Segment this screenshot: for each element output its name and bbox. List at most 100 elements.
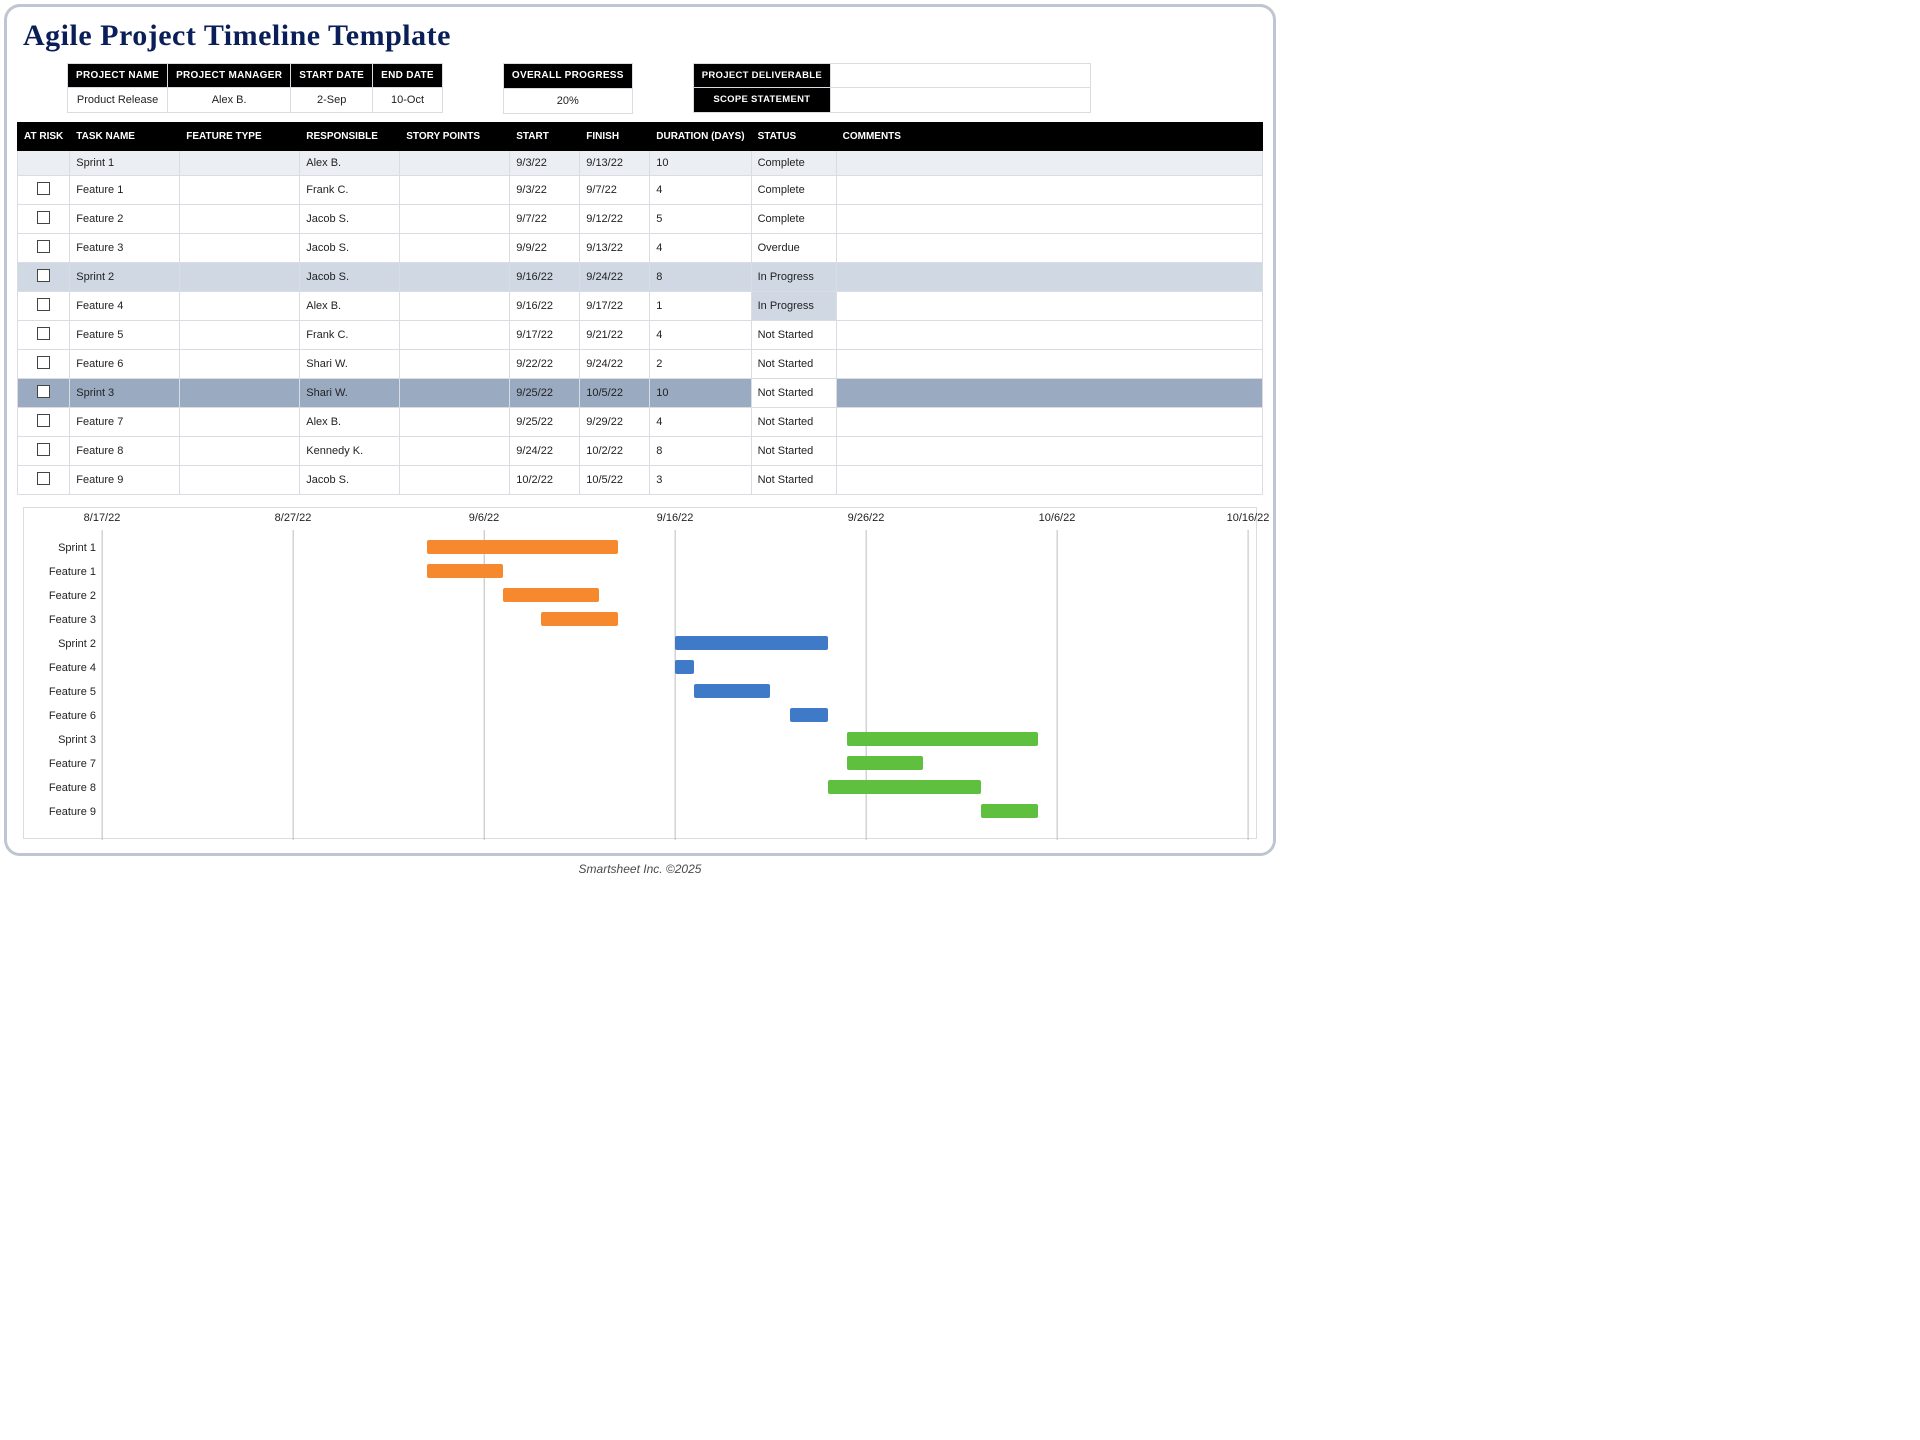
gantt-bar[interactable]: [847, 732, 1038, 746]
cell-sp[interactable]: [400, 234, 510, 263]
cell-sp[interactable]: [400, 176, 510, 205]
cell-task[interactable]: Sprint 1: [70, 151, 180, 176]
checkbox-icon[interactable]: [37, 385, 50, 398]
cell-days[interactable]: 4: [650, 321, 751, 350]
val-start-date[interactable]: 2-Sep: [291, 88, 373, 113]
cell-task[interactable]: Feature 8: [70, 437, 180, 466]
cell-feat[interactable]: [180, 263, 300, 292]
cell-start[interactable]: 9/16/22: [510, 263, 580, 292]
cell-sp[interactable]: [400, 205, 510, 234]
val-end-date[interactable]: 10-Oct: [373, 88, 443, 113]
cell-task[interactable]: Feature 6: [70, 350, 180, 379]
cell-comments[interactable]: [836, 151, 1262, 176]
cell-sp[interactable]: [400, 408, 510, 437]
checkbox-icon[interactable]: [37, 211, 50, 224]
cell-comments[interactable]: [836, 321, 1262, 350]
cell-finish[interactable]: 9/17/22: [580, 292, 650, 321]
cell-status[interactable]: Not Started: [751, 437, 836, 466]
cell-feat[interactable]: [180, 437, 300, 466]
cell-status[interactable]: Overdue: [751, 234, 836, 263]
cell-comments[interactable]: [836, 408, 1262, 437]
cell-days[interactable]: 4: [650, 234, 751, 263]
gantt-bar[interactable]: [503, 588, 599, 602]
cell-risk[interactable]: [18, 292, 70, 321]
cell-status[interactable]: Complete: [751, 151, 836, 176]
cell-start[interactable]: 9/25/22: [510, 408, 580, 437]
checkbox-icon[interactable]: [37, 472, 50, 485]
cell-finish[interactable]: 9/21/22: [580, 321, 650, 350]
checkbox-icon[interactable]: [37, 356, 50, 369]
cell-risk[interactable]: [18, 350, 70, 379]
cell-feat[interactable]: [180, 292, 300, 321]
cell-start[interactable]: 10/2/22: [510, 466, 580, 495]
checkbox-icon[interactable]: [37, 327, 50, 340]
cell-finish[interactable]: 9/29/22: [580, 408, 650, 437]
cell-finish[interactable]: 9/24/22: [580, 350, 650, 379]
gantt-bar[interactable]: [427, 564, 503, 578]
checkbox-icon[interactable]: [37, 414, 50, 427]
cell-task[interactable]: Feature 7: [70, 408, 180, 437]
gantt-bar[interactable]: [981, 804, 1038, 818]
cell-sp[interactable]: [400, 292, 510, 321]
cell-resp[interactable]: Jacob S.: [300, 234, 400, 263]
cell-days[interactable]: 4: [650, 408, 751, 437]
cell-risk[interactable]: [18, 205, 70, 234]
gantt-bar[interactable]: [790, 708, 828, 722]
cell-feat[interactable]: [180, 151, 300, 176]
gantt-bar[interactable]: [675, 660, 694, 674]
checkbox-icon[interactable]: [37, 298, 50, 311]
val-scope-statement[interactable]: [831, 88, 1091, 112]
val-project-deliverable[interactable]: [831, 64, 1091, 88]
cell-resp[interactable]: Shari W.: [300, 379, 400, 408]
cell-risk[interactable]: [18, 176, 70, 205]
cell-days[interactable]: 3: [650, 466, 751, 495]
cell-sp[interactable]: [400, 263, 510, 292]
val-project-manager[interactable]: Alex B.: [168, 88, 291, 113]
cell-status[interactable]: Complete: [751, 176, 836, 205]
cell-finish[interactable]: 9/13/22: [580, 234, 650, 263]
cell-resp[interactable]: Kennedy K.: [300, 437, 400, 466]
cell-sp[interactable]: [400, 151, 510, 176]
cell-days[interactable]: 8: [650, 263, 751, 292]
cell-days[interactable]: 4: [650, 176, 751, 205]
checkbox-icon[interactable]: [37, 240, 50, 253]
cell-task[interactable]: Sprint 2: [70, 263, 180, 292]
cell-start[interactable]: 9/24/22: [510, 437, 580, 466]
cell-start[interactable]: 9/25/22: [510, 379, 580, 408]
cell-risk[interactable]: [18, 379, 70, 408]
cell-risk[interactable]: [18, 466, 70, 495]
cell-comments[interactable]: [836, 379, 1262, 408]
cell-risk[interactable]: [18, 263, 70, 292]
cell-days[interactable]: 8: [650, 437, 751, 466]
cell-status[interactable]: Not Started: [751, 408, 836, 437]
cell-finish[interactable]: 10/2/22: [580, 437, 650, 466]
cell-resp[interactable]: Jacob S.: [300, 466, 400, 495]
checkbox-icon[interactable]: [37, 269, 50, 282]
cell-task[interactable]: Feature 2: [70, 205, 180, 234]
cell-sp[interactable]: [400, 350, 510, 379]
gantt-bar[interactable]: [675, 636, 828, 650]
cell-feat[interactable]: [180, 466, 300, 495]
cell-comments[interactable]: [836, 292, 1262, 321]
cell-status[interactable]: Complete: [751, 205, 836, 234]
cell-days[interactable]: 1: [650, 292, 751, 321]
cell-sp[interactable]: [400, 321, 510, 350]
cell-finish[interactable]: 10/5/22: [580, 466, 650, 495]
cell-feat[interactable]: [180, 205, 300, 234]
cell-finish[interactable]: 9/13/22: [580, 151, 650, 176]
cell-start[interactable]: 9/17/22: [510, 321, 580, 350]
cell-sp[interactable]: [400, 437, 510, 466]
cell-task[interactable]: Feature 3: [70, 234, 180, 263]
cell-risk[interactable]: [18, 437, 70, 466]
cell-status[interactable]: Not Started: [751, 350, 836, 379]
cell-comments[interactable]: [836, 176, 1262, 205]
cell-comments[interactable]: [836, 263, 1262, 292]
cell-start[interactable]: 9/7/22: [510, 205, 580, 234]
cell-finish[interactable]: 10/5/22: [580, 379, 650, 408]
cell-comments[interactable]: [836, 205, 1262, 234]
cell-comments[interactable]: [836, 466, 1262, 495]
cell-risk[interactable]: [18, 151, 70, 176]
cell-sp[interactable]: [400, 379, 510, 408]
gantt-bar[interactable]: [427, 540, 618, 554]
cell-resp[interactable]: Frank C.: [300, 176, 400, 205]
